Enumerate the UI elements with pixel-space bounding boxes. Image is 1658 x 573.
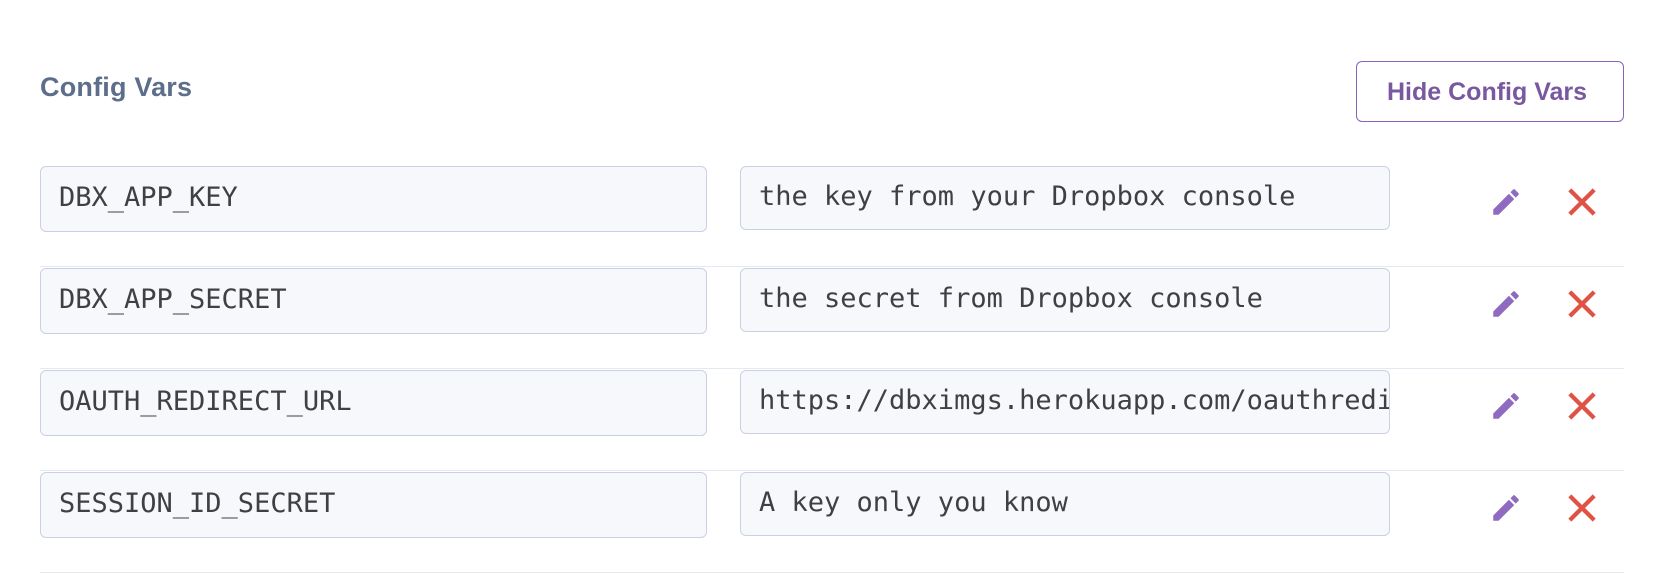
close-icon xyxy=(1568,188,1596,216)
config-var-value-field[interactable]: A key only you know xyxy=(740,472,1390,536)
config-var-row: DBX_APP_KEY the key from your Dropbox co… xyxy=(40,166,1624,267)
edit-button[interactable] xyxy=(1486,488,1526,528)
config-var-value-field[interactable]: the key from your Dropbox console xyxy=(740,166,1390,230)
config-var-key-field[interactable]: SESSION_ID_SECRET xyxy=(40,472,707,538)
delete-button[interactable] xyxy=(1562,488,1602,528)
pencil-icon xyxy=(1493,393,1519,419)
edit-button[interactable] xyxy=(1486,284,1526,324)
config-var-row: OAUTH_REDIRECT_URL https://dbximgs.herok… xyxy=(40,370,1624,471)
config-var-key-field[interactable]: OAUTH_REDIRECT_URL xyxy=(40,370,707,436)
pencil-icon xyxy=(1493,495,1519,521)
pencil-icon xyxy=(1493,291,1519,317)
close-icon xyxy=(1568,290,1596,318)
edit-button[interactable] xyxy=(1486,182,1526,222)
delete-button[interactable] xyxy=(1562,182,1602,222)
delete-button[interactable] xyxy=(1562,386,1602,426)
hide-config-vars-button[interactable]: Hide Config Vars xyxy=(1356,61,1624,122)
section-title: Config Vars xyxy=(40,72,193,102)
close-icon xyxy=(1568,494,1596,522)
config-var-key-field[interactable]: DBX_APP_KEY xyxy=(40,166,707,232)
delete-button[interactable] xyxy=(1562,284,1602,324)
config-var-row: SESSION_ID_SECRET A key only you know xyxy=(40,472,1624,573)
pencil-icon xyxy=(1493,189,1519,215)
config-var-key-field[interactable]: DBX_APP_SECRET xyxy=(40,268,707,334)
config-var-row: DBX_APP_SECRET the secret from Dropbox c… xyxy=(40,268,1624,369)
close-icon xyxy=(1568,392,1596,420)
config-var-value-field[interactable]: the secret from Dropbox console xyxy=(740,268,1390,332)
config-var-value-field[interactable]: https://dbximgs.herokuapp.com/oauthredir… xyxy=(740,370,1390,434)
edit-button[interactable] xyxy=(1486,386,1526,426)
config-vars-list: DBX_APP_KEY the key from your Dropbox co… xyxy=(40,166,1624,573)
